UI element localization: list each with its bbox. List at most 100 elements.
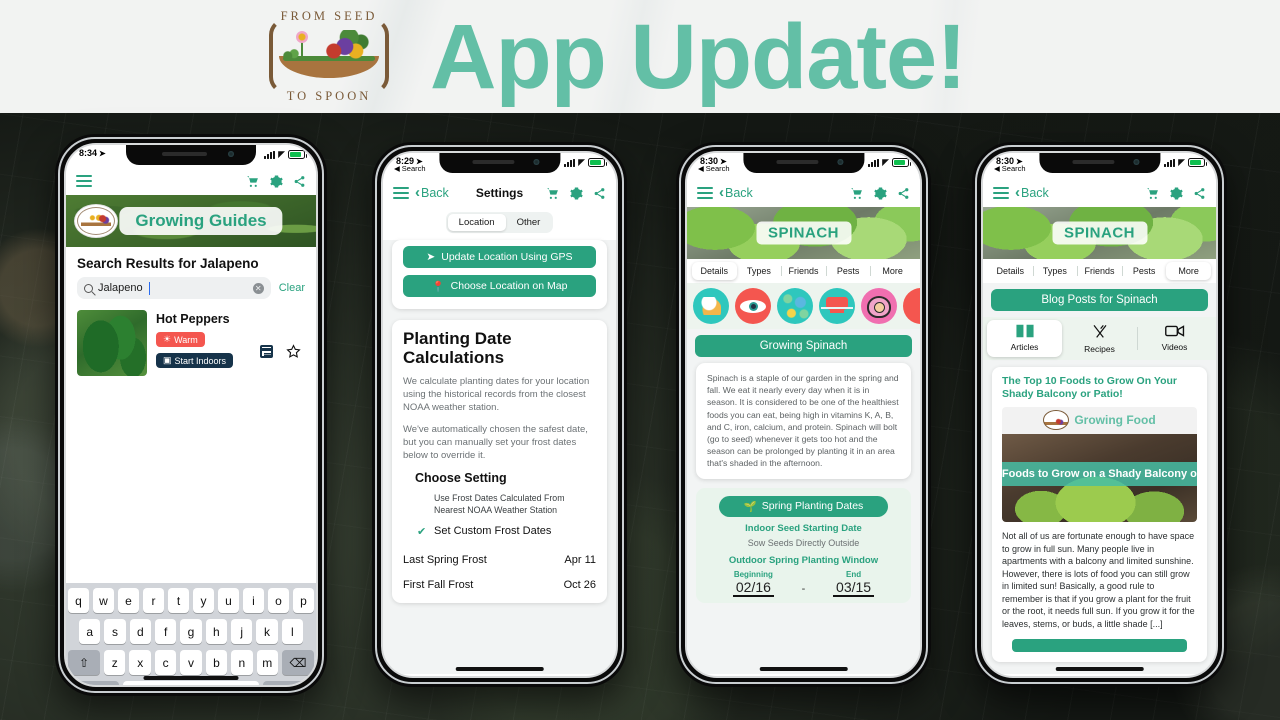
key-b[interactable]: b	[205, 650, 228, 675]
tab-more[interactable]: More	[870, 262, 915, 280]
option-noaa[interactable]: Use Frost Dates Calculated From Nearest …	[417, 492, 596, 516]
key-a[interactable]: a	[79, 619, 101, 644]
back-to-search-link[interactable]: ◀ Search	[994, 164, 1026, 173]
gear-icon[interactable]	[874, 187, 887, 200]
gear-icon[interactable]	[570, 187, 583, 200]
menu-icon[interactable]	[393, 186, 409, 200]
cellular-signal-icon	[264, 150, 276, 159]
update-location-gps-button[interactable]: ➤ Update Location Using GPS	[403, 246, 596, 268]
health-benefits-icon-row[interactable]	[687, 283, 920, 329]
back-to-search-link[interactable]: ◀ Search	[698, 164, 730, 173]
search-input[interactable]: Jalapeno ✕	[77, 277, 271, 299]
share-icon[interactable]	[593, 187, 606, 200]
back-button[interactable]: ‹ Back	[1015, 185, 1049, 200]
share-icon[interactable]	[1193, 187, 1206, 200]
chevron-left-icon: ‹	[719, 184, 724, 201]
back-button[interactable]: ‹ Back	[719, 184, 753, 201]
tab-friends[interactable]: Friends	[1077, 262, 1122, 280]
key-m[interactable]: m	[256, 650, 278, 675]
cart-icon[interactable]	[849, 187, 864, 200]
numbers-key[interactable]: 123	[68, 681, 120, 685]
blog-read-more-button[interactable]	[1012, 639, 1187, 652]
heart-pulse-icon[interactable]	[819, 288, 855, 324]
blood-icon[interactable]	[903, 288, 920, 324]
menu-icon[interactable]	[76, 174, 92, 188]
tab-friends[interactable]: Friends	[781, 262, 826, 280]
key-k[interactable]: k	[256, 619, 278, 644]
key-j[interactable]: j	[230, 619, 253, 644]
segment-location[interactable]: Location	[447, 214, 506, 231]
cells-icon[interactable]	[777, 288, 813, 324]
cart-icon[interactable]	[245, 175, 260, 188]
tab-pests[interactable]: Pests	[1121, 262, 1167, 280]
clear-input-icon[interactable]: ✕	[252, 282, 264, 294]
clear-button[interactable]: Clear	[279, 282, 305, 294]
shift-key[interactable]: ⇧	[67, 650, 101, 675]
gear-icon[interactable]	[1170, 187, 1183, 200]
list-item[interactable]: Hot Peppers ☀ Warm ▣ Start Indoors	[66, 307, 316, 376]
key-w[interactable]: w	[93, 588, 114, 613]
indoor-seed-heading: Indoor Seed Starting Date	[745, 522, 862, 534]
growing-section-button[interactable]: Growing Spinach	[695, 335, 912, 357]
key-n[interactable]: n	[231, 650, 253, 675]
cart-icon[interactable]	[545, 187, 560, 200]
return-key[interactable]: return	[262, 681, 315, 685]
key-u[interactable]: u	[218, 588, 239, 613]
key-l[interactable]: l	[281, 619, 303, 644]
logo-vegetables-icon	[325, 30, 369, 60]
gear-icon[interactable]	[270, 175, 283, 188]
key-f[interactable]: f	[155, 619, 177, 644]
key-o[interactable]: o	[268, 588, 289, 613]
key-r[interactable]: r	[143, 588, 164, 613]
back-button[interactable]: ‹ Back	[415, 185, 449, 200]
stomach-icon[interactable]	[693, 288, 729, 324]
tab-pests[interactable]: Pests	[825, 262, 871, 280]
tab-types[interactable]: Types	[737, 262, 782, 280]
key-p[interactable]: p	[293, 588, 314, 613]
menu-icon[interactable]	[697, 186, 713, 200]
pregnancy-icon[interactable]	[861, 288, 897, 324]
ios-keyboard[interactable]: q w e r t y u i o p a s d f g h j k l ⇧ …	[66, 583, 316, 685]
spring-planting-dates-button[interactable]: 🌱 Spring Planting Dates	[719, 495, 888, 517]
choose-location-map-button[interactable]: 📍 Choose Location on Map	[403, 275, 596, 297]
key-s[interactable]: s	[104, 619, 126, 644]
key-i[interactable]: i	[243, 588, 264, 613]
blog-posts-section-button[interactable]: Blog Posts for Spinach	[991, 289, 1208, 311]
tab-more[interactable]: More	[1166, 262, 1211, 280]
eye-icon[interactable]	[735, 288, 771, 324]
space-key[interactable]: space	[123, 681, 259, 685]
share-icon[interactable]	[897, 187, 910, 200]
row-first-fall-frost[interactable]: First Fall Frost Oct 26	[403, 566, 596, 591]
tab-details[interactable]: Details	[692, 262, 737, 280]
key-t[interactable]: t	[168, 588, 189, 613]
key-x[interactable]: x	[129, 650, 151, 675]
key-c[interactable]: c	[154, 650, 177, 675]
menu-icon[interactable]	[993, 186, 1009, 200]
star-icon[interactable]	[286, 343, 301, 359]
back-to-search-link[interactable]: ◀ Search	[394, 164, 426, 173]
row-last-spring-frost[interactable]: Last Spring Frost Apr 11	[403, 547, 596, 566]
share-icon[interactable]	[293, 175, 306, 188]
option-custom[interactable]: ✔ Set Custom Frost Dates	[417, 525, 596, 538]
key-q[interactable]: q	[68, 588, 89, 613]
beginning-value[interactable]: 02/16	[732, 579, 774, 597]
end-value[interactable]: 03/15	[833, 579, 875, 597]
segment-other[interactable]: Other	[506, 214, 552, 231]
key-e[interactable]: e	[118, 588, 139, 613]
calendar-icon[interactable]	[260, 344, 273, 358]
tab-articles[interactable]: Articles	[987, 320, 1062, 357]
blog-post-card[interactable]: The Top 10 Foods to Grow On Your Shady B…	[992, 367, 1207, 662]
key-v[interactable]: v	[180, 650, 202, 675]
tab-videos[interactable]: Videos	[1137, 320, 1212, 357]
tab-types[interactable]: Types	[1032, 262, 1078, 280]
backspace-key[interactable]: ⌫	[281, 650, 315, 675]
tab-recipes[interactable]: Recipes	[1062, 320, 1137, 357]
front-camera-icon	[1133, 159, 1140, 165]
cart-icon[interactable]	[1145, 187, 1160, 200]
key-z[interactable]: z	[104, 650, 126, 675]
key-y[interactable]: y	[193, 588, 214, 613]
key-g[interactable]: g	[180, 619, 202, 644]
key-h[interactable]: h	[205, 619, 227, 644]
key-d[interactable]: d	[129, 619, 151, 644]
tab-details[interactable]: Details	[988, 262, 1033, 280]
